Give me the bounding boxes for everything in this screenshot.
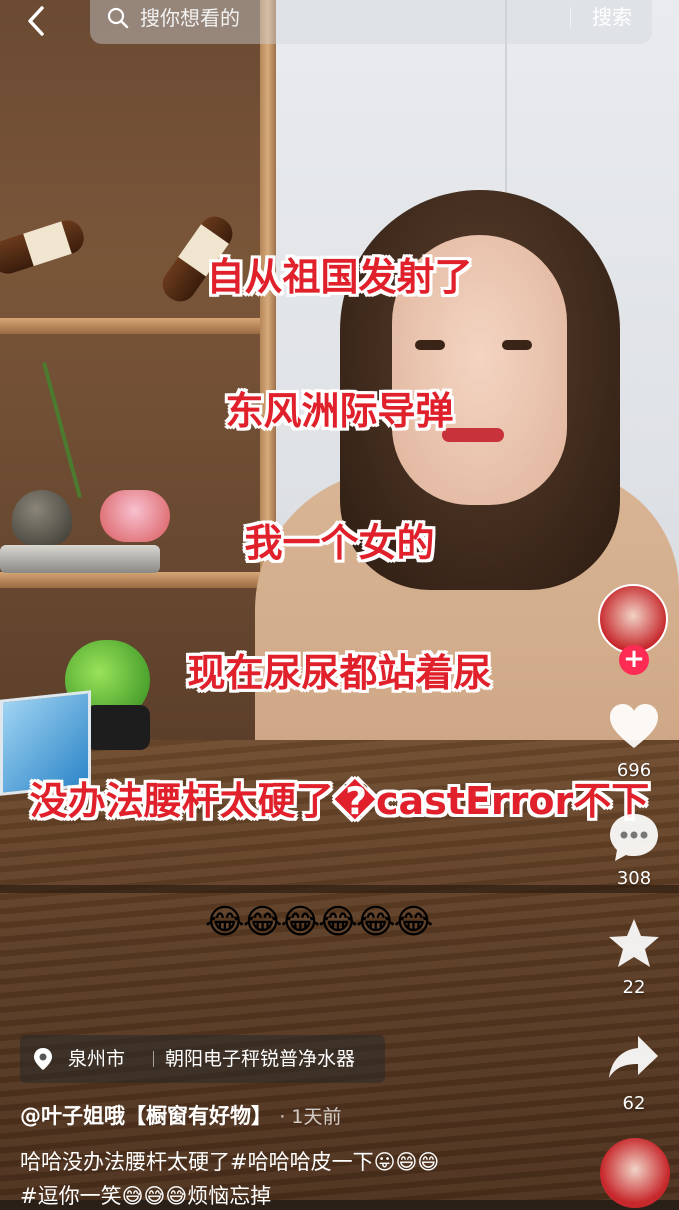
music-disc-avatar[interactable] (600, 1138, 670, 1208)
search-bar[interactable]: 搜索 (90, 0, 652, 44)
favorite-count: 22 (622, 977, 646, 998)
shelf-board (0, 572, 262, 588)
heart-icon[interactable] (606, 700, 662, 756)
shelf-board (0, 318, 262, 334)
location-shop: 朝阳电子秤锐普净水器 (165, 1048, 356, 1070)
share-count: 62 (622, 1093, 646, 1114)
location-city: 泉州市 (68, 1048, 126, 1070)
caption-line-3: 我一个女的 (244, 521, 435, 565)
caption-line-5: 没办法腰杆太硬了�castError不下 (29, 779, 650, 823)
like-count: 696 (616, 760, 652, 781)
post-description-line-2: #逗你一笑😅😅😅烦恼忘掉 (20, 1184, 272, 1208)
location-divider (153, 1051, 154, 1067)
person-eye (415, 340, 445, 350)
post-time: · 1天前 (279, 1106, 342, 1128)
caption-line-1: 自从祖国发射了 (206, 255, 473, 299)
post-description-line-1: 哈哈没办法腰杆太硬了#哈哈哈皮一下😛😄😄 (20, 1150, 440, 1174)
search-button[interactable]: 搜索 (582, 2, 642, 32)
author-name[interactable]: @叶子姐哦【橱窗有好物】 (20, 1104, 272, 1128)
top-bar: 搜索 (0, 0, 679, 48)
video-frame[interactable]: 自从祖国发射了 东风洲际导弹 我一个女的 现在尿尿都站着尿 没办法腰杆太硬了�c… (0, 0, 679, 1200)
person-eye (502, 340, 532, 350)
author-line: @叶子姐哦【橱窗有好物】 · 1天前 (20, 1100, 341, 1130)
chevron-left-icon[interactable] (22, 4, 52, 36)
emoji-row: 😂😂😂😂😂😂 (205, 902, 433, 942)
comment-icon[interactable] (606, 810, 662, 866)
caption-line-2: 东风洲际导弹 (225, 389, 454, 433)
share-icon[interactable] (606, 1030, 662, 1086)
comment-count: 308 (616, 868, 652, 889)
table-seam (0, 885, 679, 893)
location-pin-icon (34, 1048, 52, 1070)
caption-line-4: 现在尿尿都站着尿 (187, 651, 492, 695)
search-icon (107, 7, 129, 29)
follow-button[interactable]: + (619, 645, 649, 675)
search-input[interactable] (138, 2, 522, 34)
jade-cabbage-base (85, 705, 150, 750)
search-divider (570, 7, 571, 29)
star-icon[interactable] (606, 916, 662, 972)
location-tag[interactable]: 泉州市 朝阳电子秤锐普净水器 (20, 1035, 385, 1083)
